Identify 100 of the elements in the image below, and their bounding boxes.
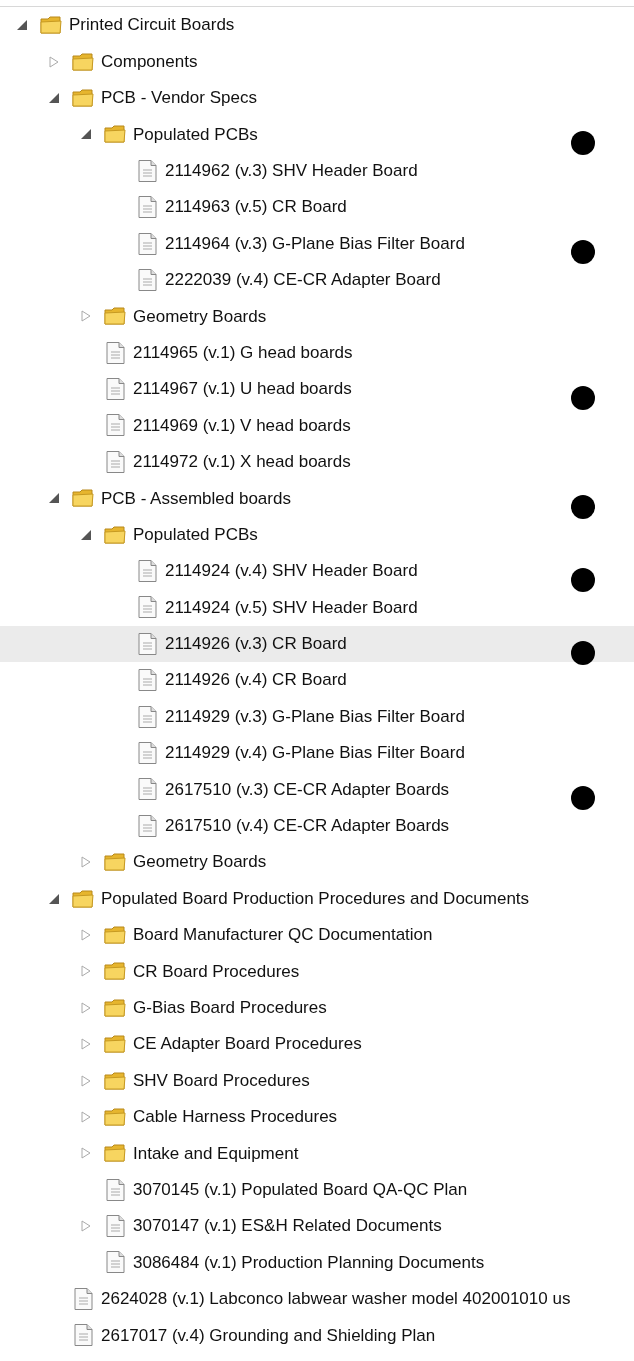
tree-row[interactable]: 3070145 (v.1) Populated Board QA-QC Plan: [0, 1171, 634, 1208]
item-label: 3070147 (v.1) ES&H Related Documents: [133, 1215, 442, 1238]
item-label: 2114962 (v.3) SHV Header Board: [165, 160, 418, 182]
item-label: SHV Board Procedures: [133, 1069, 310, 1092]
item-label: CR Board Procedures: [133, 960, 300, 983]
expand-arrow-icon[interactable]: [80, 1110, 92, 1123]
item-label: Intake and Equipment: [133, 1142, 299, 1165]
tree-row[interactable]: 2114972 (v.1) X head boards: [0, 443, 634, 481]
tree-row[interactable]: 3070147 (v.1) ES&H Related Documents: [0, 1207, 634, 1245]
tree-row[interactable]: 2624028 (v.1) Labconco labwear washer model 402001010 us: [0, 1280, 634, 1318]
tree-row[interactable]: Geometry Boards: [0, 298, 634, 335]
item-label: PCB - Vendor Specs: [101, 87, 257, 110]
item-label: 3086484 (v.1) Production Planning Documents: [133, 1251, 485, 1274]
item-label: 3070145 (v.1) Populated Board QA-QC Plan: [133, 1178, 468, 1201]
item-label: 2114929 (v.3) G-Plane Bias Filter Board: [165, 705, 465, 728]
collapse-arrow-icon[interactable]: [48, 892, 60, 905]
tree-row[interactable]: 2114924 (v.5) SHV Header Board: [0, 589, 634, 626]
document-icon: [135, 158, 159, 183]
item-label: 2624028 (v.1) Labconco labwear washer model 402001010 us: [101, 1288, 571, 1311]
tree-row[interactable]: Intake and Equipment: [0, 1135, 634, 1172]
item-label: Populated Board Production Procedures and Documents: [101, 887, 530, 910]
tree-row[interactable]: 2617017 (v.4) Grounding and Shielding Plan: [0, 1317, 634, 1354]
tree-row[interactable]: 2114967 (v.1) U head boards: [0, 370, 634, 408]
tree-row[interactable]: 2114969 (v.1) V head boards: [0, 407, 634, 444]
document-icon: [103, 377, 127, 402]
document-icon: [135, 631, 159, 656]
item-label: 2114969 (v.1) V head boards: [133, 414, 351, 437]
expand-arrow-icon[interactable]: [80, 928, 92, 941]
document-icon: [135, 668, 159, 693]
expand-arrow-icon[interactable]: [80, 310, 92, 323]
item-label: 2114972 (v.1) X head boards: [133, 451, 351, 474]
tree-row[interactable]: PCB - Vendor Specs: [0, 79, 634, 117]
item-label: 2617510 (v.4) CE-CR Adapter Boards: [165, 815, 450, 838]
item-label: 2114924 (v.4) SHV Header Board: [165, 560, 418, 583]
document-icon: [103, 413, 127, 438]
document-icon: [103, 1214, 127, 1239]
expand-arrow-icon[interactable]: [80, 1074, 92, 1087]
expand-arrow-icon[interactable]: [80, 1220, 92, 1233]
tree-row[interactable]: 2114926 (v.3) CR Board: [0, 625, 634, 663]
tree-row[interactable]: Cable Harness Procedures: [0, 1098, 634, 1136]
tree-row[interactable]: 2114963 (v.5) CR Board: [0, 188, 634, 226]
document-icon: [103, 1177, 127, 1202]
tree-row[interactable]: 2617510 (v.3) CE-CR Adapter Boards: [0, 771, 634, 808]
tree-row[interactable]: G-Bias Board Procedures: [0, 989, 634, 1026]
item-label: 2114965 (v.1) G head boards: [133, 341, 353, 364]
expand-arrow-icon[interactable]: [80, 1038, 92, 1051]
item-label: G-Bias Board Procedures: [133, 997, 327, 1019]
expand-arrow-icon[interactable]: [80, 1001, 92, 1014]
expand-arrow-icon[interactable]: [80, 856, 92, 869]
document-icon: [135, 741, 159, 765]
document-icon: [103, 449, 127, 474]
tree-row[interactable]: CR Board Procedures: [0, 953, 634, 990]
tree-row[interactable]: 2114965 (v.1) G head boards: [0, 334, 634, 371]
tree-row[interactable]: 2114929 (v.4) G-Plane Bias Filter Board: [0, 734, 634, 772]
tree-row[interactable]: Geometry Boards: [0, 844, 634, 881]
document-icon: [103, 1250, 127, 1275]
tree-row[interactable]: Populated PCBs: [0, 116, 634, 153]
tree-row[interactable]: 2114929 (v.3) G-Plane Bias Filter Board: [0, 698, 634, 735]
item-label: 2617510 (v.3) CE-CR Adapter Boards: [165, 778, 450, 801]
tree-row[interactable]: Board Manufacturer QC Documentation: [0, 916, 634, 954]
tree-row[interactable]: 2222039 (v.4) CE-CR Adapter Board: [0, 261, 634, 299]
document-icon: [135, 704, 159, 729]
tree-row[interactable]: PCB - Assembled boards: [0, 480, 634, 517]
item-label: Populated PCBs: [133, 123, 258, 146]
tree-row[interactable]: 2114924 (v.4) SHV Header Board: [0, 552, 634, 590]
document-icon: [135, 813, 159, 838]
tree-row[interactable]: Components: [0, 43, 634, 80]
item-label: 2114926 (v.4) CR Board: [165, 669, 347, 692]
item-label: Board Manufacturer QC Documentation: [133, 924, 433, 947]
document-icon: [135, 195, 159, 220]
tree-row[interactable]: 2114926 (v.4) CR Board: [0, 662, 634, 699]
item-label: Components: [101, 50, 198, 73]
expand-arrow-icon[interactable]: [80, 1147, 92, 1160]
document-icon: [135, 267, 159, 292]
tree-row[interactable]: 2114962 (v.3) SHV Header Board: [0, 152, 634, 189]
item-label: 2114964 (v.3) G-Plane Bias Filter Board: [165, 232, 465, 255]
tree-row[interactable]: Populated Board Production Procedures and Documents: [0, 880, 634, 917]
document-icon: [135, 231, 159, 256]
tree-row[interactable]: 3086484 (v.1) Production Planning Documents: [0, 1244, 634, 1281]
tree-row[interactable]: SHV Board Procedures: [0, 1062, 634, 1099]
item-label: 2114929 (v.4) G-Plane Bias Filter Board: [165, 742, 465, 765]
item-label: 2114926 (v.3) CR Board: [165, 633, 347, 656]
document-icon: [135, 777, 159, 802]
document-icon: [103, 340, 127, 365]
tree-row[interactable]: 2114964 (v.3) G-Plane Bias Filter Board: [0, 225, 634, 262]
collapse-arrow-icon[interactable]: [80, 128, 92, 141]
tree-row[interactable]: CE Adapter Board Procedures: [0, 1025, 634, 1063]
tree-row[interactable]: Printed Circuit Boards: [0, 7, 634, 44]
item-label: 2114967 (v.1) U head boards: [133, 378, 352, 401]
expand-arrow-icon[interactable]: [80, 965, 92, 978]
item-label: Populated PCBs: [133, 523, 258, 546]
tree-row[interactable]: Populated PCBs: [0, 516, 634, 553]
collapse-arrow-icon[interactable]: [16, 19, 28, 32]
collapse-arrow-icon[interactable]: [48, 492, 60, 505]
expand-arrow-icon[interactable]: [48, 55, 60, 68]
tree-row[interactable]: 2617510 (v.4) CE-CR Adapter Boards: [0, 807, 634, 844]
collapse-arrow-icon[interactable]: [48, 91, 60, 104]
item-label: CE Adapter Board Procedures: [133, 1033, 362, 1056]
collapse-arrow-icon[interactable]: [80, 528, 92, 541]
item-label: Cable Harness Procedures: [133, 1106, 338, 1129]
